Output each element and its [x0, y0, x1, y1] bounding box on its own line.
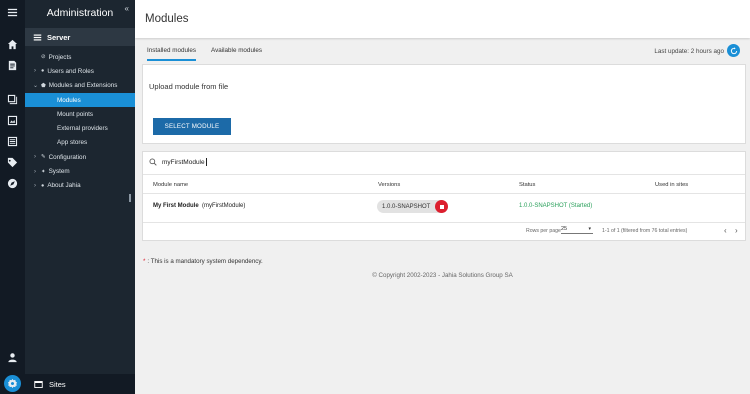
- sidebar-item-label: Mount points: [57, 110, 94, 118]
- resize-handle[interactable]: [129, 194, 131, 202]
- column-header-used-in-sites[interactable]: Used in sites: [655, 182, 688, 188]
- previous-page-button[interactable]: ‹: [724, 226, 727, 235]
- search-field[interactable]: myFirstModule: [149, 156, 207, 168]
- upload-label: Upload module from file: [149, 82, 229, 91]
- column-header-module-name[interactable]: Module name: [153, 182, 188, 188]
- version-label: 1.0.0-SNAPSHOT: [382, 203, 431, 210]
- dropdown-caret-icon: ▾: [588, 226, 591, 232]
- sidebar-item-label: About Jahia: [47, 182, 81, 190]
- sidebar-item-users-and-roles[interactable]: › ● Users and Roles: [25, 64, 135, 78]
- rows-per-page-label: Rows per page: [526, 228, 561, 234]
- sidebar-item-system[interactable]: › ✦ System: [25, 164, 135, 178]
- rows-per-page-value: 25: [561, 226, 568, 232]
- sidebar-item-mount-points[interactable]: Mount points: [25, 107, 135, 121]
- chevron-down-icon[interactable]: ⌄: [33, 82, 38, 89]
- chevron-right-icon[interactable]: ›: [34, 154, 36, 160]
- media-icon[interactable]: [4, 91, 21, 108]
- sidebar-item-label: Configuration: [48, 153, 87, 161]
- dependency-note-text: : This is a mandatory system dependency.: [147, 258, 263, 265]
- list-icon[interactable]: [4, 133, 21, 150]
- rows-per-page-select[interactable]: 25 ▾: [561, 226, 593, 234]
- chevron-right-icon[interactable]: ›: [34, 169, 36, 175]
- sidebar-item-label: App stores: [57, 139, 88, 147]
- module-id: (myFirstModule): [202, 203, 246, 209]
- module-name: My First Module: [153, 203, 199, 209]
- next-page-button[interactable]: ›: [735, 226, 738, 235]
- sidebar-item-configuration[interactable]: › ✎ Configuration: [25, 150, 135, 164]
- module-name-cell[interactable]: My First Module (myFirstModule): [153, 203, 245, 209]
- refresh-button[interactable]: [727, 44, 740, 57]
- tab-available-modules[interactable]: Available modules: [211, 47, 262, 59]
- home-icon[interactable]: [4, 36, 21, 53]
- text-cursor: [205, 158, 207, 166]
- dependency-note: *: This is a mandatory system dependency…: [143, 258, 263, 265]
- menu-icon[interactable]: [4, 4, 21, 21]
- sidebar-section-label: Server: [47, 32, 71, 42]
- modules-icon: ⬟: [41, 82, 46, 89]
- tag-icon[interactable]: [4, 154, 21, 171]
- sidebar-title: Administration: [46, 7, 114, 19]
- sidebar-item-modules[interactable]: Modules: [25, 92, 135, 108]
- user-icon[interactable]: [4, 349, 21, 366]
- select-module-button[interactable]: SELECT MODULE: [153, 118, 231, 135]
- page-header: Modules: [135, 0, 750, 38]
- copyright: © Copyright 2002-2023 - Jahia Solutions …: [372, 272, 513, 279]
- column-header-status[interactable]: Status: [519, 182, 535, 188]
- sidebar-item-external-providers[interactable]: External providers: [25, 121, 135, 135]
- refresh-icon: [730, 46, 737, 54]
- table-header: Module name Versions Status Used in site…: [143, 174, 745, 194]
- chevron-right-icon[interactable]: ›: [34, 183, 36, 189]
- collapse-sidebar-icon[interactable]: «: [125, 4, 129, 13]
- sidebar-item-label: Projects: [48, 53, 72, 61]
- projects-icon: ⊘: [41, 54, 46, 61]
- tab-bar: Installed modules Available modules Last…: [143, 43, 742, 63]
- sidebar-section-server[interactable]: Server: [25, 28, 135, 46]
- sidebar-item-app-stores[interactable]: App stores: [25, 136, 135, 150]
- admin-sidebar: Administration « Server ⊘ Projects › ● U…: [25, 0, 135, 394]
- stop-module-button[interactable]: [435, 200, 449, 213]
- sidebar-header: Administration «: [25, 0, 135, 26]
- pagination-range: 1-1 of 1 (filtered from 76 total entries…: [602, 228, 688, 234]
- modules-list-card: myFirstModule Module name Versions Statu…: [142, 151, 746, 241]
- column-header-versions[interactable]: Versions: [378, 182, 400, 188]
- compass-icon[interactable]: [4, 175, 21, 192]
- gallery-icon[interactable]: [4, 112, 21, 129]
- sidebar-tree: ⊘ Projects › ● Users and Roles ⌄ ⬟ Modul…: [25, 50, 135, 193]
- sites-icon: [34, 380, 43, 388]
- icon-rail: [0, 0, 25, 394]
- table-row[interactable]: My First Module (myFirstModule) 1.0.0-SN…: [143, 196, 745, 218]
- wrench-icon: ✎: [41, 154, 46, 161]
- upload-card: Upload module from file SELECT MODULE: [142, 64, 746, 144]
- sidebar-item-projects[interactable]: ⊘ Projects: [25, 50, 135, 64]
- tab-installed-modules[interactable]: Installed modules: [147, 47, 197, 61]
- sidebar-item-label: Users and Roles: [47, 67, 94, 75]
- sidebar-item-about-jahia[interactable]: › ● About Jahia: [25, 179, 135, 193]
- pagination: Rows per page 25 ▾ 1-1 of 1 (filtered fr…: [143, 222, 745, 238]
- document-icon[interactable]: [4, 57, 21, 74]
- sites-button[interactable]: Sites: [25, 374, 135, 394]
- sites-label: Sites: [49, 379, 66, 389]
- version-chip: 1.0.0-SNAPSHOT: [377, 200, 449, 213]
- sidebar-item-label: External providers: [57, 125, 108, 133]
- status-cell: 1.0.0-SNAPSHOT (Started): [519, 203, 593, 209]
- system-icon: ✦: [41, 168, 46, 175]
- mandatory-star: *: [143, 258, 146, 265]
- info-icon: ●: [41, 182, 45, 189]
- sidebar-item-label: Modules and Extensions: [48, 82, 118, 90]
- sidebar-item-label: Modules: [57, 96, 81, 104]
- chevron-right-icon[interactable]: ›: [34, 68, 36, 74]
- sidebar-item-label: System: [48, 168, 70, 176]
- stop-icon: [439, 204, 444, 209]
- search-input[interactable]: myFirstModule: [162, 159, 205, 166]
- last-update-text: Last update: 2 hours ago: [654, 48, 724, 55]
- server-icon: [33, 34, 42, 40]
- sidebar-item-modules-and-extensions[interactable]: ⌄ ⬟ Modules and Extensions: [25, 79, 135, 93]
- page-title: Modules: [145, 13, 189, 25]
- search-icon: [149, 158, 157, 166]
- settings-icon[interactable]: [4, 375, 21, 392]
- users-icon: ●: [41, 68, 45, 75]
